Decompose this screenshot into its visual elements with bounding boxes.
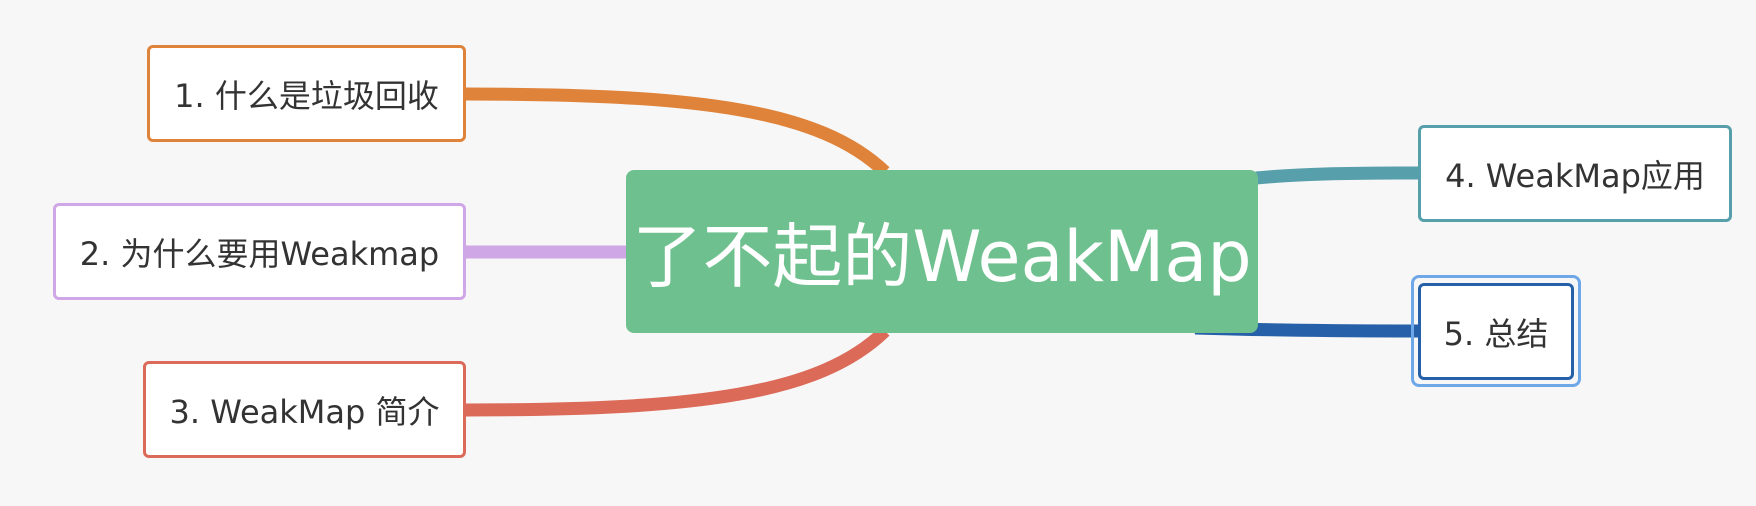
topic-why[interactable]: 2. 为什么要用Weakmap [53, 203, 466, 300]
topic-usage[interactable]: 4. WeakMap应用 [1418, 125, 1732, 222]
topic-intro-label: 3. WeakMap 简介 [169, 392, 440, 431]
topic-summary[interactable]: 5. 总结 [1418, 283, 1574, 380]
branch-line-intro [465, 326, 890, 417]
topic-summary-label: 5. 总结 [1443, 314, 1549, 353]
topic-gc-label: 1. 什么是垃圾回收 [174, 76, 439, 115]
central-topic-label: 了不起的WeakMap [632, 216, 1252, 298]
branch-line-usage [1255, 166, 1421, 185]
topic-gc[interactable]: 1. 什么是垃圾回收 [147, 45, 466, 142]
topic-usage-label: 4. WeakMap应用 [1445, 156, 1705, 195]
central-topic[interactable]: 了不起的WeakMap [626, 170, 1258, 333]
branch-line-gc [465, 87, 890, 177]
topic-why-label: 2. 为什么要用Weakmap [79, 234, 440, 273]
topic-intro[interactable]: 3. WeakMap 简介 [143, 361, 466, 458]
